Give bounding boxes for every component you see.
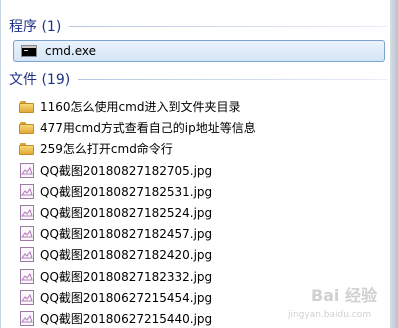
folder-icon [19, 100, 34, 113]
image-file-icon [20, 247, 34, 263]
programs-header-title: 程序 (1) [9, 19, 62, 35]
image-file-icon [20, 183, 34, 199]
file-item-label: 1160怎么使用cmd进入到文件夹目录 [40, 100, 241, 115]
image-file-icon [20, 310, 34, 326]
window-right-edge [390, 0, 398, 328]
image-file-icon [20, 268, 34, 284]
list-item[interactable]: 1160怎么使用cmd进入到文件夹目录 [1, 96, 391, 117]
list-item[interactable]: 259怎么打开cmd命令行 [1, 138, 391, 159]
files-header-title: 文件 (19) [9, 72, 71, 88]
list-item[interactable]: QQ截图20180827182457.jpg [1, 223, 391, 244]
files-section-header[interactable]: 文件 (19) [9, 69, 387, 89]
program-item-cmd[interactable]: cmd.exe [13, 40, 385, 62]
file-item-label: QQ截图20180627215454.jpg [40, 290, 213, 305]
list-item[interactable]: QQ截图20180827182531.jpg [1, 181, 391, 202]
file-item-label: 477用cmd方式查看自己的ip地址等信息 [40, 121, 256, 136]
watermark: Bai 经验 [310, 286, 377, 305]
image-file-icon [20, 289, 34, 305]
list-item[interactable]: 477用cmd方式查看自己的ip地址等信息 [1, 117, 391, 138]
programs-header-divider [69, 25, 387, 27]
list-item[interactable]: QQ截图20180827182524.jpg [1, 202, 391, 223]
file-item-label: QQ截图20180827182332.jpg [40, 269, 213, 284]
folder-icon [19, 121, 34, 134]
programs-section-header[interactable]: 程序 (1) [9, 16, 387, 36]
start-menu-search-results: 程序 (1) cmd.exe 文件 (19) 1160怎么使用cmd进入到文件夹… [0, 0, 391, 328]
file-item-label: QQ截图20180827182531.jpg [40, 184, 213, 199]
file-item-label: QQ截图20180827182457.jpg [40, 227, 213, 242]
image-file-icon [20, 162, 34, 178]
list-item[interactable]: QQ截图20180827182420.jpg [1, 244, 391, 265]
image-file-icon [20, 226, 34, 242]
program-item-label: cmd.exe [45, 44, 97, 58]
files-header-divider [78, 78, 387, 80]
file-item-label: QQ截图20180627215440.jpg [40, 311, 213, 326]
file-item-label: QQ截图20180827182524.jpg [40, 206, 213, 221]
file-item-label: QQ截图20180827182705.jpg [40, 163, 213, 178]
image-file-icon [20, 205, 34, 221]
list-item[interactable]: QQ截图20180827182705.jpg [1, 160, 391, 181]
cmd-icon [21, 45, 37, 57]
file-item-label: QQ截图20180827182420.jpg [40, 248, 213, 263]
file-item-label: 259怎么打开cmd命令行 [40, 142, 173, 157]
folder-icon [19, 142, 34, 155]
watermark-url: jingyan.baidu.com [287, 310, 371, 320]
